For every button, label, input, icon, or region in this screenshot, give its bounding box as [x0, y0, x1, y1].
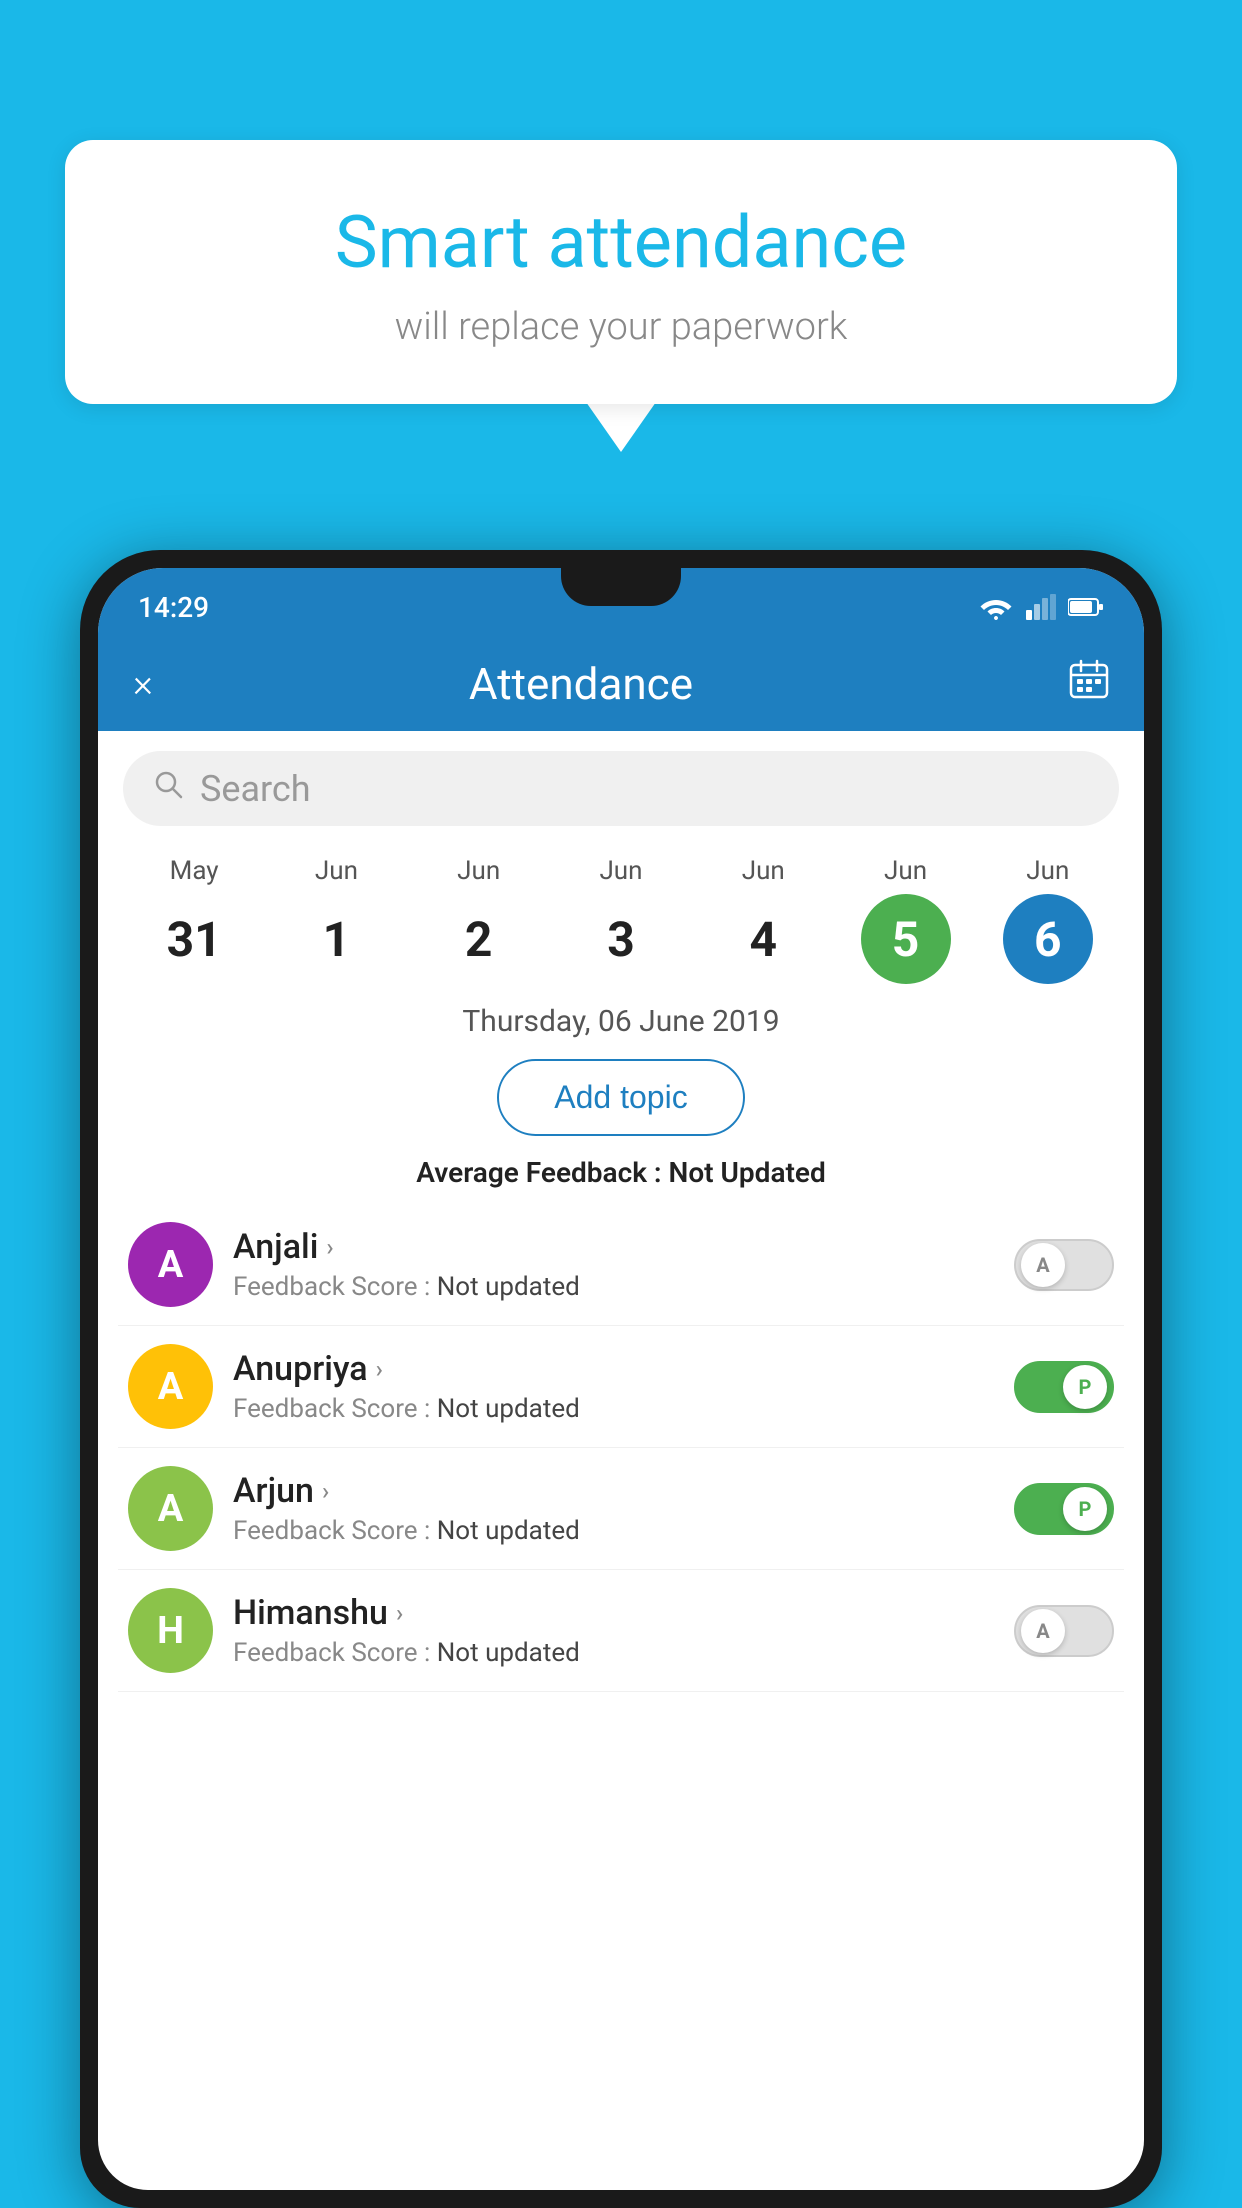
calendar-icon: [1069, 659, 1109, 699]
student-name-0: Anjali ›: [233, 1227, 994, 1267]
toggle-0[interactable]: A: [1014, 1239, 1114, 1291]
toggle-wrap-0[interactable]: A: [1014, 1239, 1114, 1291]
toggle-2[interactable]: P: [1014, 1483, 1114, 1535]
signal-icon: [1026, 594, 1056, 620]
search-placeholder: Search: [200, 768, 311, 810]
phone-inner: 14:29: [98, 568, 1144, 2190]
calendar-day-5[interactable]: Jun 5: [851, 856, 961, 984]
student-feedback-0: Feedback Score : Not updated: [233, 1272, 994, 1302]
cal-month-6: Jun: [1026, 856, 1069, 886]
cal-month-2: Jun: [457, 856, 500, 886]
calendar-day-3[interactable]: Jun 3: [566, 856, 676, 984]
cal-num-3: 3: [576, 894, 666, 984]
calendar-strip: May 31 Jun 1 Jun 2 Jun 3 Jun 4 Jun 5 Jun 6: [98, 846, 1144, 989]
cal-num-0: 31: [149, 894, 239, 984]
cal-month-0: May: [170, 856, 219, 886]
student-item-0[interactable]: A Anjali › Feedback Score : Not updated A: [118, 1204, 1124, 1326]
speech-bubble-subtitle: will replace your paperwork: [115, 305, 1127, 349]
student-feedback-3: Feedback Score : Not updated: [233, 1638, 994, 1668]
student-avatar-0: A: [128, 1222, 213, 1307]
toggle-knob-2: P: [1063, 1487, 1107, 1531]
student-avatar-2: A: [128, 1466, 213, 1551]
cal-num-6: 6: [1003, 894, 1093, 984]
student-feedback-1: Feedback Score : Not updated: [233, 1394, 994, 1424]
chevron-icon-3: ›: [396, 1599, 403, 1627]
toggle-knob-1: P: [1063, 1365, 1107, 1409]
calendar-day-6[interactable]: Jun 6: [993, 856, 1103, 984]
student-item-1[interactable]: A Anupriya › Feedback Score : Not updated P: [118, 1326, 1124, 1448]
cal-month-1: Jun: [315, 856, 358, 886]
student-feedback-2: Feedback Score : Not updated: [233, 1516, 994, 1546]
chevron-icon-2: ›: [322, 1477, 329, 1505]
cal-num-2: 2: [434, 894, 524, 984]
toggle-knob-3: A: [1021, 1609, 1065, 1653]
toggle-1[interactable]: P: [1014, 1361, 1114, 1413]
wifi-icon: [978, 594, 1014, 620]
student-info-2: Arjun › Feedback Score : Not updated: [233, 1471, 994, 1546]
speech-bubble-container: Smart attendance will replace your paper…: [65, 140, 1177, 452]
student-item-2[interactable]: A Arjun › Feedback Score : Not updated P: [118, 1448, 1124, 1570]
date-label: Thursday, 06 June 2019: [98, 989, 1144, 1044]
avg-feedback-label: Average Feedback :: [416, 1156, 661, 1189]
chevron-icon-1: ›: [376, 1355, 383, 1383]
app-header: × Attendance: [98, 636, 1144, 731]
chevron-icon-0: ›: [326, 1233, 333, 1261]
status-time: 14:29: [138, 591, 209, 624]
close-button[interactable]: ×: [133, 662, 153, 706]
phone-notch: [561, 568, 681, 606]
student-info-1: Anupriya › Feedback Score : Not updated: [233, 1349, 994, 1424]
cal-month-5: Jun: [884, 856, 927, 886]
student-name-2: Arjun ›: [233, 1471, 994, 1511]
header-title: Attendance: [183, 658, 979, 710]
student-avatar-3: H: [128, 1588, 213, 1673]
student-item-3[interactable]: H Himanshu › Feedback Score : Not updated A: [118, 1570, 1124, 1692]
speech-bubble-title: Smart attendance: [115, 200, 1127, 285]
speech-bubble-tail: [586, 402, 656, 452]
calendar-button[interactable]: [1069, 659, 1109, 708]
cal-month-4: Jun: [742, 856, 785, 886]
calendar-day-2[interactable]: Jun 2: [424, 856, 534, 984]
toggle-wrap-2[interactable]: P: [1014, 1483, 1114, 1535]
search-bar[interactable]: Search: [123, 751, 1119, 826]
student-info-3: Himanshu › Feedback Score : Not updated: [233, 1593, 994, 1668]
add-topic-button[interactable]: Add topic: [497, 1059, 744, 1136]
search-icon: [153, 769, 185, 809]
calendar-day-4[interactable]: Jun 4: [708, 856, 818, 984]
cal-num-4: 4: [718, 894, 808, 984]
calendar-day-1[interactable]: Jun 1: [281, 856, 391, 984]
cal-num-5: 5: [861, 894, 951, 984]
cal-num-1: 1: [291, 894, 381, 984]
avg-feedback-value: Not Updated: [669, 1156, 826, 1189]
student-info-0: Anjali › Feedback Score : Not updated: [233, 1227, 994, 1302]
calendar-day-0[interactable]: May 31: [139, 856, 249, 984]
toggle-wrap-3[interactable]: A: [1014, 1605, 1114, 1657]
status-icons: [978, 594, 1104, 620]
speech-bubble: Smart attendance will replace your paper…: [65, 140, 1177, 404]
phone-frame: 14:29: [80, 550, 1162, 2208]
student-avatar-1: A: [128, 1344, 213, 1429]
student-list: AAnjali ›Feedback Score : Not updatedAAA…: [98, 1204, 1144, 1692]
avg-feedback: Average Feedback : Not Updated: [98, 1151, 1144, 1204]
student-name-1: Anupriya ›: [233, 1349, 994, 1389]
battery-icon: [1068, 597, 1104, 617]
toggle-wrap-1[interactable]: P: [1014, 1361, 1114, 1413]
toggle-3[interactable]: A: [1014, 1605, 1114, 1657]
toggle-knob-0: A: [1021, 1243, 1065, 1287]
cal-month-3: Jun: [599, 856, 642, 886]
student-name-3: Himanshu ›: [233, 1593, 994, 1633]
